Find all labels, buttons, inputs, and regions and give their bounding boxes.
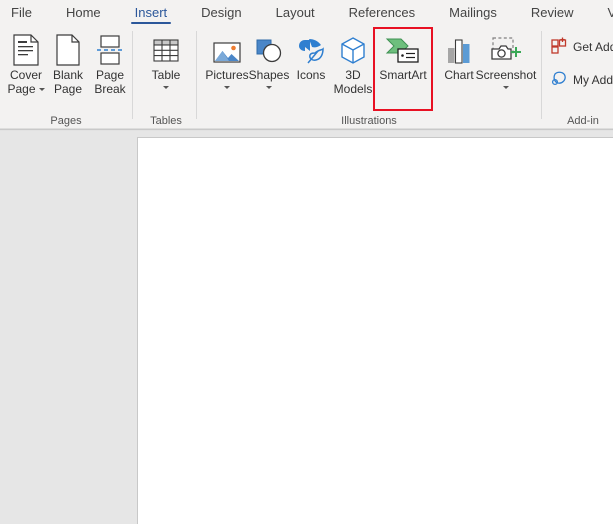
button-get-addins-label: Get Add: [573, 40, 613, 54]
button-chart-label: Chart: [444, 68, 474, 82]
button-icons-label: Icons: [296, 68, 326, 82]
chevron-down-icon[interactable]: [163, 86, 169, 89]
ribbon: Cover Page Blank Page Page Break Pages T…: [0, 25, 613, 130]
button-smartart[interactable]: SmartArt: [372, 27, 434, 111]
cover-page-icon: [13, 30, 39, 66]
button-page-break-label: Page Break: [94, 68, 126, 96]
tab-view-label: View: [607, 5, 613, 20]
pictures-icon: [212, 30, 242, 66]
group-separator-3: [541, 31, 542, 119]
ribbon-group-illustrations-label: Illustrations: [341, 115, 397, 127]
button-cover-page-label: Cover Page: [7, 68, 45, 96]
ribbon-group-tables-label: Tables: [150, 115, 182, 127]
button-blank-page-label: Blank Page: [52, 68, 84, 96]
button-screenshot[interactable]: Screenshot: [474, 27, 538, 111]
document-page[interactable]: [137, 137, 613, 524]
tab-layout[interactable]: Layout: [265, 0, 326, 25]
group-separator-1: [132, 31, 133, 119]
tab-mailings[interactable]: Mailings: [438, 0, 508, 25]
page-break-icon: [96, 30, 124, 66]
document-area[interactable]: Type your text here × [Text] [Text]: [0, 130, 613, 524]
chevron-down-icon[interactable]: [223, 86, 230, 89]
screenshot-icon: [488, 30, 524, 66]
smartart-icon: [385, 30, 421, 66]
tab-references-label: References: [348, 5, 416, 20]
tab-references[interactable]: References: [338, 0, 426, 25]
tab-home[interactable]: Home: [55, 0, 112, 25]
button-get-addins[interactable]: Get Add: [551, 37, 613, 57]
chart-icon: [445, 30, 473, 66]
tab-file[interactable]: File: [0, 0, 43, 25]
icons-icon: [296, 30, 326, 66]
tab-review-label: Review: [530, 5, 574, 20]
tab-review[interactable]: Review: [520, 0, 585, 25]
ribbon-group-tables: Table Tables: [137, 25, 195, 129]
tab-layout-label: Layout: [275, 5, 315, 20]
ribbon-group-addins-label: Add-in: [567, 115, 599, 127]
button-shapes-label: Shapes: [249, 69, 289, 89]
button-table[interactable]: Table: [140, 27, 192, 111]
word-window: File Home Insert Design Layout Reference…: [0, 0, 613, 524]
tab-home-label: Home: [65, 5, 101, 20]
group-separator-2: [196, 31, 197, 119]
tab-insert-underline: [130, 21, 172, 24]
tab-design-label: Design: [201, 5, 242, 20]
tab-mailings-label: Mailings: [449, 5, 497, 20]
chevron-down-icon[interactable]: [265, 86, 272, 89]
button-my-addins-label: My Add: [573, 73, 613, 87]
table-icon: [151, 30, 181, 66]
my-addins-icon: [551, 70, 568, 90]
button-my-addins[interactable]: My Add: [551, 70, 613, 90]
get-addins-icon: [551, 37, 568, 57]
button-table-label: Table: [152, 69, 180, 89]
tab-design[interactable]: Design: [190, 0, 252, 25]
ribbon-group-addins: Get Add My Add Add-in: [545, 25, 613, 129]
shapes-icon: [254, 30, 284, 66]
blank-page-icon: [56, 30, 80, 66]
ribbon-group-pages-label: Pages: [50, 115, 82, 127]
tab-view[interactable]: View: [596, 0, 613, 25]
button-smartart-label: SmartArt: [379, 68, 427, 82]
button-page-break[interactable]: Page Break: [84, 27, 136, 111]
ribbon-group-pages: Cover Page Blank Page Page Break Pages: [0, 25, 132, 129]
tab-insert-label: Insert: [134, 5, 168, 20]
ribbon-group-illustrations: Pictures Shapes Icons 3D Models SmartArt…: [199, 25, 539, 129]
button-3d-models-label: 3D Models: [333, 68, 373, 96]
button-screenshot-label: Screenshot: [476, 69, 536, 89]
3d-models-icon: [339, 30, 367, 66]
tab-insert[interactable]: Insert: [124, 0, 179, 25]
chevron-down-icon[interactable]: [502, 86, 509, 89]
ribbon-tabbar: File Home Insert Design Layout Reference…: [0, 0, 613, 25]
tab-file-label: File: [11, 5, 32, 20]
